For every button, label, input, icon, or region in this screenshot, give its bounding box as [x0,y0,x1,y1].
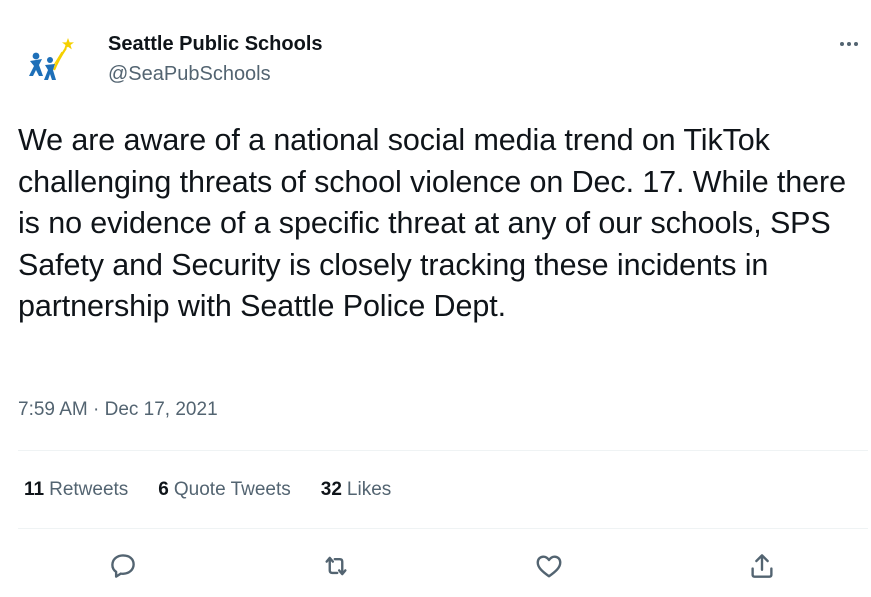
author-block: Seattle Public Schools @SeaPubSchools [108,32,323,86]
quote-tweets-count: 6 [158,479,169,500]
reply-icon [111,554,135,578]
display-name[interactable]: Seattle Public Schools [108,32,323,56]
likes-count: 32 [320,479,342,500]
retweets-stat[interactable]: 11 Retweets [24,478,128,502]
share-button[interactable] [740,544,784,588]
divider [18,528,868,529]
more-options-icon[interactable] [833,30,865,58]
more-dot [854,42,858,46]
tweet-text: We are aware of a national social media … [18,123,846,323]
likes-label: Likes [346,479,392,500]
retweet-icon [325,556,347,576]
quote-tweets-label: Quote Tweets [173,479,291,500]
tweet-timestamp: 7:59 AM · Dec 17, 2021 [18,398,218,422]
share-icon [751,554,773,578]
retweets-label: Retweets [49,479,129,500]
retweets-count: 11 [24,479,45,500]
action-bar [0,544,871,588]
like-icon [536,555,562,578]
more-dot [847,42,851,46]
handle[interactable]: @SeaPubSchools [108,62,323,86]
quote-tweets-stat[interactable]: 6 Quote Tweets [158,478,290,502]
more-dot [840,42,844,46]
likes-stat[interactable]: 32 Likes [321,478,392,502]
retweet-button[interactable] [314,544,358,588]
like-button[interactable] [527,544,571,588]
reply-button[interactable] [101,544,145,588]
timestamp-separator: · [93,399,100,420]
avatar[interactable] [24,30,84,90]
tweet-date[interactable]: Dec 17, 2021 [105,399,218,420]
tweet: Seattle Public Schools @SeaPubSchools We… [0,0,871,597]
seattle-public-schools-logo-icon [29,38,74,80]
tweet-time[interactable]: 7:59 AM [18,399,88,420]
divider [18,450,868,451]
engagement-stats: 11 Retweets 6 Quote Tweets 32 Likes [24,478,421,502]
